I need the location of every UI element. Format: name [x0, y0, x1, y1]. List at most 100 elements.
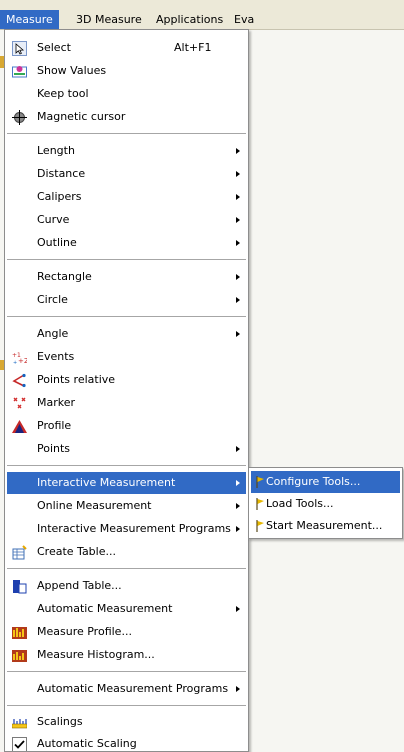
- submenu-arrow-icon: [236, 686, 240, 692]
- menu-item-rectangle[interactable]: Rectangle: [7, 266, 246, 288]
- menu-item-label: Online Measurement: [37, 499, 152, 512]
- menu-item-measure-profile[interactable]: Measure Profile...: [7, 621, 246, 643]
- menubar-eva[interactable]: Eva: [228, 10, 260, 29]
- submenu-arrow-icon: [236, 297, 240, 303]
- submenu-item-configure-tools[interactable]: Configure Tools...: [251, 471, 400, 493]
- submenu-item-start-measurement[interactable]: Start Measurement...: [251, 515, 400, 537]
- menu-item-automatic-measurement[interactable]: Automatic Measurement: [7, 598, 246, 620]
- menu-item-label: Length: [37, 144, 75, 157]
- menu-item-show-values[interactable]: Show Values: [7, 60, 246, 82]
- menu-item-outline[interactable]: Outline: [7, 232, 246, 254]
- measure-histogram-icon: [12, 648, 27, 663]
- menu-item-distance[interactable]: Distance: [7, 163, 246, 185]
- menu-item-length[interactable]: Length: [7, 140, 246, 162]
- menu-item-label: Interactive Measurement: [37, 476, 176, 489]
- menu-item-select[interactable]: Select Alt+F1: [7, 37, 246, 59]
- menu-item-magnetic-cursor[interactable]: Magnetic cursor: [7, 106, 246, 128]
- menu-item-label: Marker: [37, 396, 76, 409]
- submenu-item-load-tools[interactable]: Load Tools...: [251, 493, 400, 515]
- menu-item-label: Select: [37, 41, 71, 54]
- menu-item-label: Distance: [37, 167, 86, 180]
- submenu-item-label: Load Tools...: [266, 497, 334, 510]
- submenu-arrow-icon: [236, 331, 240, 337]
- submenu-arrow-icon: [236, 446, 240, 452]
- menu-item-label: Create Table...: [37, 545, 116, 558]
- menu-item-events[interactable]: +1+2+ Events: [7, 346, 246, 368]
- menubar-3d-measure[interactable]: 3D Measure: [70, 10, 148, 29]
- menu-item-online-measurement[interactable]: Online Measurement: [7, 495, 246, 517]
- menu-item-label: Measure Histogram...: [37, 648, 155, 661]
- menu-item-label: Interactive Measurement Programs: [37, 522, 231, 535]
- menubar-measure[interactable]: Measure: [0, 10, 59, 29]
- menu-separator: [7, 705, 246, 706]
- submenu-item-label: Start Measurement...: [266, 519, 383, 532]
- measure-menu: Select Alt+F1 Show Values Keep tool Magn…: [4, 29, 249, 752]
- append-table-icon: [12, 579, 27, 594]
- menu-separator: [7, 671, 246, 672]
- menu-item-label: Curve: [37, 213, 70, 226]
- events-icon: +1+2+: [12, 350, 27, 365]
- flag-icon: [255, 498, 265, 510]
- interactive-measurement-submenu: Configure Tools... Load Tools... Start M…: [248, 467, 403, 539]
- menu-item-create-table[interactable]: Create Table...: [7, 541, 246, 563]
- checkmark-icon: [12, 737, 27, 751]
- menu-item-label: Scalings: [37, 715, 83, 728]
- menu-item-circle[interactable]: Circle: [7, 289, 246, 311]
- menu-item-marker[interactable]: Marker: [7, 392, 246, 414]
- marker-icon: [12, 396, 27, 411]
- create-table-icon: [12, 545, 27, 560]
- measure-profile-icon: [12, 625, 27, 640]
- svg-text:+: +: [13, 360, 17, 365]
- flag-icon: [255, 476, 265, 488]
- menu-item-calipers[interactable]: Calipers: [7, 186, 246, 208]
- submenu-arrow-icon: [236, 606, 240, 612]
- menu-item-label: Measure Profile...: [37, 625, 132, 638]
- menu-item-append-table[interactable]: Append Table...: [7, 575, 246, 597]
- flag-icon: [255, 520, 265, 532]
- menu-separator: [7, 259, 246, 260]
- menu-item-label: Calipers: [37, 190, 82, 203]
- menu-item-label: Show Values: [37, 64, 107, 77]
- svg-text:+2: +2: [18, 357, 27, 365]
- menu-item-label: Angle: [37, 327, 69, 340]
- menu-item-label: Events: [37, 350, 75, 363]
- menu-item-interactive-measurement-programs[interactable]: Interactive Measurement Programs: [7, 518, 246, 540]
- scalings-icon: [12, 715, 27, 730]
- shortcut-label: Alt+F1: [174, 41, 212, 54]
- menu-separator: [7, 316, 246, 317]
- menu-item-label: Outline: [37, 236, 77, 249]
- profile-icon: [12, 419, 27, 434]
- menu-item-label: Profile: [37, 419, 72, 432]
- menu-item-label: Keep tool: [37, 87, 89, 100]
- menu-item-label: Rectangle: [37, 270, 92, 283]
- menu-separator: [7, 568, 246, 569]
- menu-item-measure-histogram[interactable]: Measure Histogram...: [7, 644, 246, 666]
- menu-item-automatic-measurement-programs[interactable]: Automatic Measurement Programs: [7, 678, 246, 700]
- menu-item-profile[interactable]: Profile: [7, 415, 246, 437]
- points-relative-icon: [12, 373, 27, 388]
- menu-item-automatic-scaling[interactable]: Automatic Scaling: [7, 733, 246, 751]
- menu-item-interactive-measurement[interactable]: Interactive Measurement: [7, 472, 246, 494]
- submenu-arrow-icon: [236, 503, 240, 509]
- menu-item-keep-tool[interactable]: Keep tool: [7, 83, 246, 105]
- menu-item-points[interactable]: Points: [7, 438, 246, 460]
- menu-item-label: Automatic Measurement Programs: [37, 682, 229, 695]
- menubar-applications[interactable]: Applications: [150, 10, 229, 29]
- show-values-icon: [12, 64, 27, 79]
- menu-item-curve[interactable]: Curve: [7, 209, 246, 231]
- magnetic-cursor-icon: [12, 110, 27, 125]
- menu-item-label: Automatic Measurement: [37, 602, 173, 615]
- menu-item-label: Automatic Scaling: [37, 737, 137, 750]
- menu-item-scalings[interactable]: Scalings: [7, 711, 246, 733]
- menu-item-label: Points relative: [37, 373, 116, 386]
- menu-item-label: Points: [37, 442, 71, 455]
- menu-item-angle[interactable]: Angle: [7, 323, 246, 345]
- menu-separator: [7, 133, 246, 134]
- cursor-arrow-icon: [12, 41, 27, 56]
- menu-item-points-relative[interactable]: Points relative: [7, 369, 246, 391]
- submenu-arrow-icon: [236, 274, 240, 280]
- submenu-arrow-icon: [236, 217, 240, 223]
- submenu-arrow-icon: [236, 480, 240, 486]
- submenu-item-label: Configure Tools...: [266, 475, 361, 488]
- submenu-arrow-icon: [236, 240, 240, 246]
